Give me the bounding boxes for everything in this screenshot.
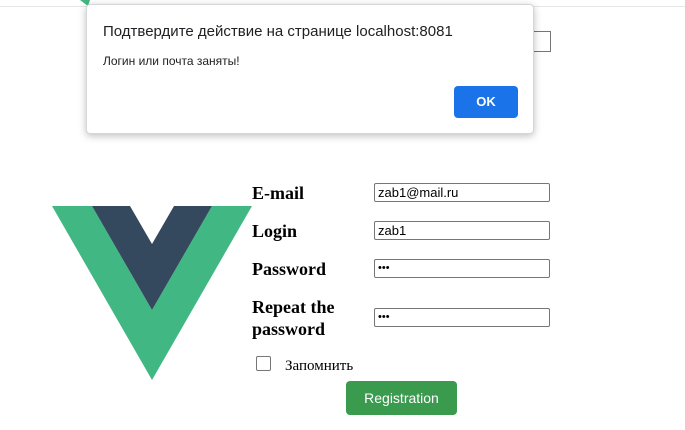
- repeat-password-input[interactable]: •••: [374, 308, 550, 327]
- login-input[interactable]: zab1: [374, 221, 550, 240]
- registration-button[interactable]: Registration: [346, 381, 457, 415]
- password-label: Password: [252, 259, 327, 279]
- login-label: Login: [252, 221, 298, 241]
- alert-dialog: Подтвердите действие на странице localho…: [86, 4, 534, 134]
- email-label: E-mail: [252, 183, 304, 203]
- vue-logo-icon: [52, 206, 252, 380]
- obscured-input[interactable]: [532, 31, 551, 52]
- remember-label[interactable]: Запомнить: [285, 358, 353, 375]
- email-input[interactable]: zab1@mail.ru: [374, 183, 550, 202]
- dialog-title: Подтвердите действие на странице localho…: [103, 23, 453, 40]
- remember-checkbox[interactable]: [256, 356, 271, 371]
- password-input[interactable]: •••: [374, 259, 550, 278]
- repeat-password-label: Repeat the password: [252, 297, 335, 339]
- dialog-message: Логин или почта заняты!: [103, 54, 240, 68]
- page: E-mail zab1@mail.ru Login zab1 Password …: [0, 0, 685, 430]
- dialog-ok-button[interactable]: OK: [454, 86, 518, 118]
